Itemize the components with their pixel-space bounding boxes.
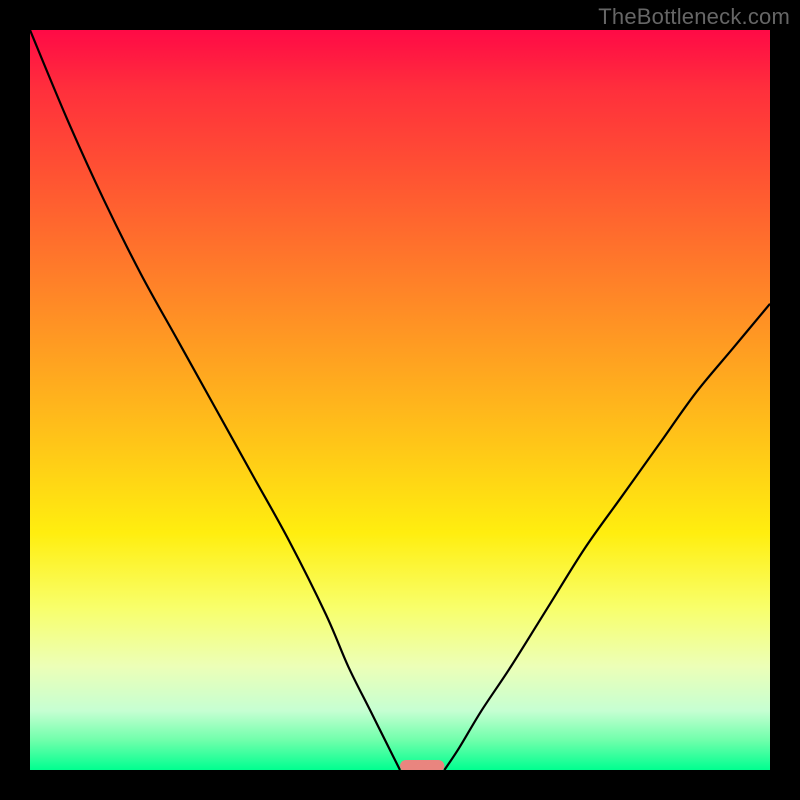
plot-svg [30,30,770,770]
marker-pill [400,760,444,770]
curve-right [444,304,770,770]
chart-frame: TheBottleneck.com [0,0,800,800]
plot-area [30,30,770,770]
watermark-text: TheBottleneck.com [598,4,790,30]
curve-left [30,30,400,770]
